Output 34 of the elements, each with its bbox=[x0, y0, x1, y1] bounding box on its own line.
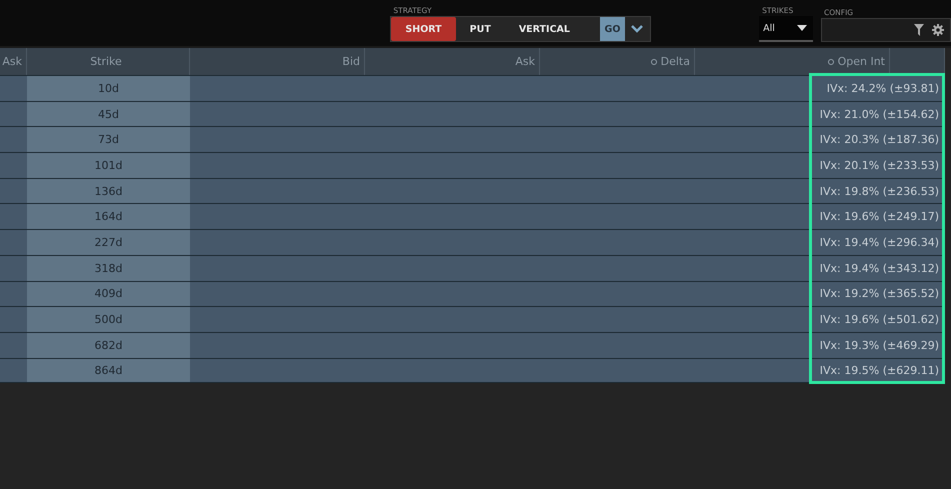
ivx-cell-text: IVx: 19.4% (±296.34) bbox=[818, 234, 940, 251]
strike-cell: 73d bbox=[27, 127, 190, 152]
settings-icon[interactable] bbox=[932, 24, 944, 36]
strike-cell: 227d bbox=[27, 230, 190, 255]
ivx-cell-text: IVx: 24.2% (±93.81) bbox=[826, 80, 940, 97]
strike-cell: 45d bbox=[27, 102, 190, 126]
strategy-button[interactable]: SHORT bbox=[391, 17, 456, 41]
strike-cell: 682d bbox=[27, 332, 190, 358]
strike-cell: 136d bbox=[27, 178, 190, 204]
ivx-cell-text: IVx: 19.8% (±236.53) bbox=[818, 184, 940, 200]
go-button[interactable]: GO bbox=[600, 17, 625, 41]
ivx-cell-text: IVx: 21.0% (±154.62) bbox=[818, 106, 940, 123]
ivx-cell-text: IVx: 19.2% (±365.52) bbox=[818, 286, 940, 302]
caret-icon bbox=[797, 25, 808, 31]
strike-cell: 409d bbox=[27, 282, 190, 306]
ivx-cell-text: IVx: 19.5% (±629.11) bbox=[818, 362, 940, 379]
ivx-cell-text: IVx: 19.3% (±469.29) bbox=[818, 338, 940, 354]
header-label: Open Int bbox=[838, 55, 885, 68]
ivx-cell-text: IVx: 20.1% (±233.53) bbox=[818, 158, 940, 174]
strike-cell: 164d bbox=[27, 204, 190, 230]
ivx-cell-text: IVx: 19.6% (±501.62) bbox=[818, 312, 940, 328]
strike-cell: 864d bbox=[27, 358, 190, 382]
chevron-down-icon[interactable] bbox=[631, 25, 644, 33]
strike-cell: 500d bbox=[27, 307, 190, 332]
ivx-cell-text: IVx: 20.3% (±187.36) bbox=[818, 132, 940, 148]
strikes-dropdown[interactable]: All bbox=[759, 16, 814, 42]
header-label: Delta bbox=[660, 55, 690, 68]
ivx-cell-text: IVx: 19.6% (±249.17) bbox=[818, 209, 940, 226]
config-field[interactable] bbox=[821, 18, 951, 42]
strike-cell: 101d bbox=[27, 153, 190, 178]
strike-cell: 10d bbox=[27, 76, 190, 101]
strike-cell: 318d bbox=[27, 256, 190, 280]
filter-icon[interactable] bbox=[914, 24, 924, 36]
ivx-cell-text: IVx: 19.4% (±343.12) bbox=[818, 260, 940, 277]
